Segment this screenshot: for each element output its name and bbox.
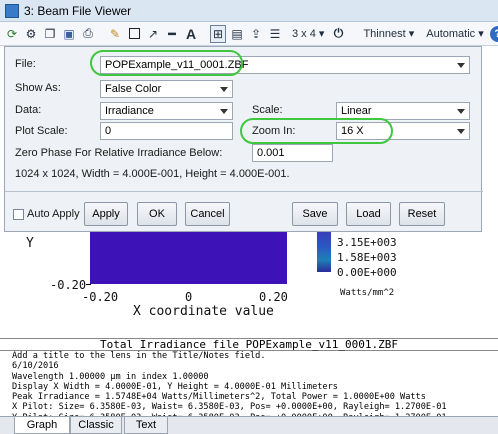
chevron-down-icon xyxy=(220,109,228,114)
false-color-plot xyxy=(90,232,287,284)
scale-label: Scale: xyxy=(252,104,283,116)
auto-apply-checkbox[interactable] xyxy=(13,209,24,220)
chevron-down-icon: ▾ xyxy=(318,28,325,40)
y-tick-label: -0.20 xyxy=(50,278,87,292)
notes-line: 6/10/2016 xyxy=(12,361,59,372)
tab-graph[interactable]: Graph xyxy=(14,417,70,434)
show-as-value: False Color xyxy=(105,83,162,95)
scale-value: Linear xyxy=(341,105,372,117)
colorbar-tick-label: 0.00E+000 xyxy=(337,266,397,279)
plot-area: Y -0.20 -0.20 0 0.20 X coordinate value … xyxy=(0,232,498,338)
save-button[interactable]: Save xyxy=(292,202,338,226)
show-as-label: Show As: xyxy=(15,82,61,94)
window-icon[interactable]: ▤ xyxy=(229,25,245,43)
y-axis-letter: Y xyxy=(26,236,34,251)
zoom-value: 16 X xyxy=(341,125,364,137)
zero-phase-label: Zero Phase For Relative Irradiance Below… xyxy=(15,147,223,159)
zoom-dropdown[interactable]: 16 X xyxy=(336,122,470,140)
refresh-icon[interactable]: ⟳ xyxy=(4,25,20,43)
scale-mode-dropdown[interactable]: Automatic ▾ xyxy=(426,27,484,40)
print-icon[interactable]: ⎙ xyxy=(80,25,96,43)
x-tick-label: 0.20 xyxy=(259,290,288,304)
chevron-down-icon: ▾ xyxy=(478,28,484,40)
tab-text[interactable]: Text xyxy=(124,417,168,434)
apply-button[interactable]: Apply xyxy=(84,202,128,226)
data-value: Irradiance xyxy=(105,105,154,117)
file-dropdown[interactable]: POPExample_v11_0001.ZBF xyxy=(100,56,470,74)
data-dropdown[interactable]: Irradiance xyxy=(100,102,233,120)
view-tabs: Graph Classic Text xyxy=(0,416,498,434)
layout-grid-dropdown[interactable]: 3 x 4 ▾ xyxy=(292,27,324,40)
toolbar: ⟳ ⚙ ❐ ▣ ⎙ ✎ ↗ ━ A ⊞ ▤ ⇪ ☰ 3 x 4 ▾ ⏻ Thin… xyxy=(0,22,498,46)
chevron-down-icon xyxy=(457,63,465,68)
zero-phase-input[interactable]: 0.001 xyxy=(252,144,333,162)
load-button[interactable]: Load xyxy=(346,202,391,226)
file-value: POPExample_v11_0001.ZBF xyxy=(105,59,249,71)
line-thickness-label: Thinnest xyxy=(363,28,406,40)
layout-grid-label: 3 x 4 xyxy=(292,28,316,40)
notes-line: Peak Irradiance = 1.5748E+04 Watts/Milli… xyxy=(12,392,426,403)
line-thickness-dropdown[interactable]: Thinnest ▾ xyxy=(363,27,414,40)
y-tick-mark xyxy=(86,284,91,285)
notes-line: X Pilot: Size= 6.3580E-03, Waist= 6.3580… xyxy=(12,402,447,413)
notes-title: Total Irradiance file POPExample_v11_000… xyxy=(0,339,498,351)
settings-icon[interactable]: ⚙ xyxy=(23,25,39,43)
scale-mode-label: Automatic xyxy=(426,28,476,40)
help-icon[interactable]: ? xyxy=(489,25,498,42)
notes-line: Display X Width = 4.0000E-01, Y Height =… xyxy=(12,381,338,392)
arrow-icon[interactable]: ↗ xyxy=(145,25,161,43)
power-icon[interactable]: ⏻ xyxy=(330,25,346,43)
line-icon[interactable]: ━ xyxy=(164,25,180,43)
zoom-label: Zoom In: xyxy=(252,125,296,137)
show-as-dropdown[interactable]: False Color xyxy=(100,80,233,98)
settings-panel: File: POPExample_v11_0001.ZBF Show As: F… xyxy=(4,46,483,232)
text-tool-icon[interactable]: A xyxy=(183,25,199,43)
chevron-down-icon xyxy=(457,129,465,134)
notes-line: Wavelength 1.00000 µm in index 1.00000 xyxy=(12,371,209,382)
chevron-down-icon xyxy=(220,87,228,92)
app-icon xyxy=(5,3,19,18)
panel-divider xyxy=(5,191,483,192)
chevron-down-icon xyxy=(457,109,465,114)
plot-scale-label: Plot Scale: xyxy=(15,125,68,137)
x-axis-label: X coordinate value xyxy=(133,304,274,319)
reset-button[interactable]: Reset xyxy=(399,202,445,226)
colorbar-unit: Watts/mm^2 xyxy=(340,288,395,298)
scale-dropdown[interactable]: Linear xyxy=(336,102,470,120)
title-bar[interactable]: 3: Beam File Viewer xyxy=(0,0,498,22)
grid-info-text: 1024 x 1024, Width = 4.000E-001, Height … xyxy=(15,168,290,180)
file-label: File: xyxy=(15,58,36,70)
plot-notes: Total Irradiance file POPExample_v11_000… xyxy=(0,338,498,423)
notes-line: Add a title to the lens in the Title/Not… xyxy=(12,351,266,361)
auto-apply-label: Auto Apply xyxy=(27,208,80,220)
plot-scale-input[interactable]: 0 xyxy=(100,122,233,140)
tab-classic[interactable]: Classic xyxy=(70,417,122,434)
colorbar-tick-label: 1.58E+003 xyxy=(337,251,397,264)
data-label: Data: xyxy=(15,104,42,116)
ok-button[interactable]: OK xyxy=(137,202,177,226)
crosshair-icon[interactable]: ⊞ xyxy=(210,24,226,43)
x-tick-label: 0 xyxy=(185,290,193,304)
x-tick-label: -0.20 xyxy=(82,290,119,304)
chevron-down-icon: ▾ xyxy=(408,28,415,40)
window-title: 3: Beam File Viewer xyxy=(24,3,132,18)
notes-lines: Add a title to the lens in the Title/Not… xyxy=(0,351,498,423)
save-icon[interactable]: ▣ xyxy=(61,25,77,43)
rectangle-icon[interactable] xyxy=(126,25,142,43)
colorbar-tick-label: 3.15E+003 xyxy=(337,236,397,249)
cancel-button[interactable]: Cancel xyxy=(185,202,230,226)
layers-icon[interactable]: ☰ xyxy=(267,25,283,43)
colorbar xyxy=(317,232,331,272)
pencil-icon[interactable]: ✎ xyxy=(107,25,123,43)
export-icon[interactable]: ⇪ xyxy=(248,25,264,43)
copy-icon[interactable]: ❐ xyxy=(42,25,58,43)
